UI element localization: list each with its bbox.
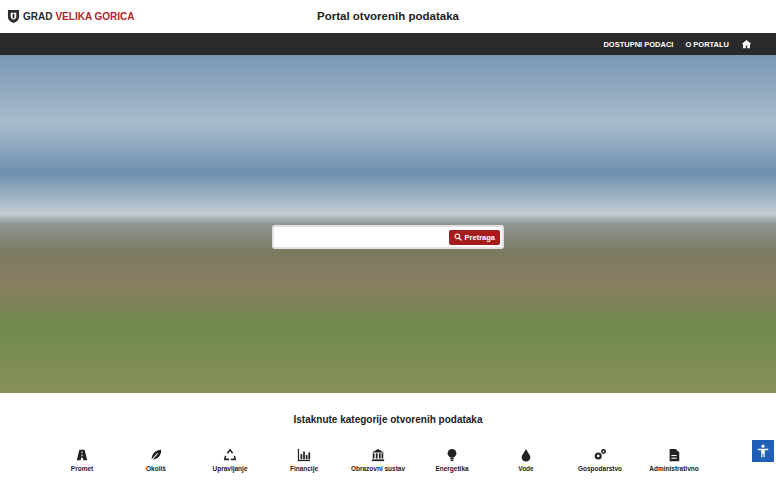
- recycle-icon: [223, 448, 237, 462]
- search-box: Pretraga: [272, 225, 504, 249]
- search-button[interactable]: Pretraga: [449, 230, 500, 245]
- magnifier-icon: [454, 233, 462, 241]
- category-item[interactable]: Upravljanje: [193, 448, 267, 472]
- category-label: Upravljanje: [212, 465, 247, 472]
- logo-name: VELIKA GORICA: [55, 11, 134, 22]
- search-input[interactable]: [276, 229, 449, 245]
- categories-title: Istaknute kategorije otvorenih podataka: [0, 414, 776, 425]
- category-label: Vode: [518, 465, 533, 472]
- category-label: Financije: [290, 465, 318, 472]
- home-icon[interactable]: [741, 39, 752, 49]
- drop-icon: [519, 448, 533, 462]
- category-item[interactable]: Gospodarstvo: [563, 448, 637, 472]
- category-item[interactable]: Okoliš: [119, 448, 193, 472]
- gears-icon: [593, 448, 607, 462]
- car-icon: [75, 448, 89, 462]
- accessibility-button[interactable]: [752, 440, 774, 462]
- category-label: Okoliš: [146, 465, 166, 472]
- hero-photo: Pretraga: [0, 55, 776, 393]
- nav-item[interactable]: DOSTUPNI PODACI: [603, 40, 673, 49]
- nav-item[interactable]: O PORTALU: [685, 40, 729, 49]
- category-item[interactable]: Energetika: [415, 448, 489, 472]
- category-label: Obrazovni sustav: [351, 465, 405, 472]
- category-label: Energetika: [435, 465, 468, 472]
- leaf-icon: [149, 448, 163, 462]
- doc-icon: [667, 448, 681, 462]
- shield-icon: [7, 9, 20, 24]
- category-item[interactable]: Vode: [489, 448, 563, 472]
- chart-icon: [297, 448, 311, 462]
- accessibility-icon: [756, 444, 770, 458]
- header: GRADVELIKA GORICAPortal otvorenih podata…: [0, 0, 776, 33]
- nav-bar: DOSTUPNI PODACI O PORTALU: [0, 33, 776, 55]
- bank-icon: [371, 448, 385, 462]
- categories-section: Istaknute kategorije otvorenih podataka P…: [0, 393, 776, 500]
- category-item[interactable]: Promet: [45, 448, 119, 472]
- category-item[interactable]: Financije: [267, 448, 341, 472]
- category-label: Administrativno: [649, 465, 698, 472]
- category-item[interactable]: Administrativno: [637, 448, 711, 472]
- logo-prefix: GRAD: [23, 11, 52, 22]
- bulb-icon: [445, 448, 459, 462]
- category-label: Promet: [71, 465, 93, 472]
- category-label: Gospodarstvo: [578, 465, 622, 472]
- category-item[interactable]: Obrazovni sustav: [341, 448, 415, 472]
- city-logo[interactable]: GRADVELIKA GORICA: [0, 9, 135, 24]
- page: GRADVELIKA GORICAPortal otvorenih podata…: [0, 0, 776, 500]
- categories-list: Promet Okoliš Upravljanje Financije Obrazovn…: [0, 448, 776, 472]
